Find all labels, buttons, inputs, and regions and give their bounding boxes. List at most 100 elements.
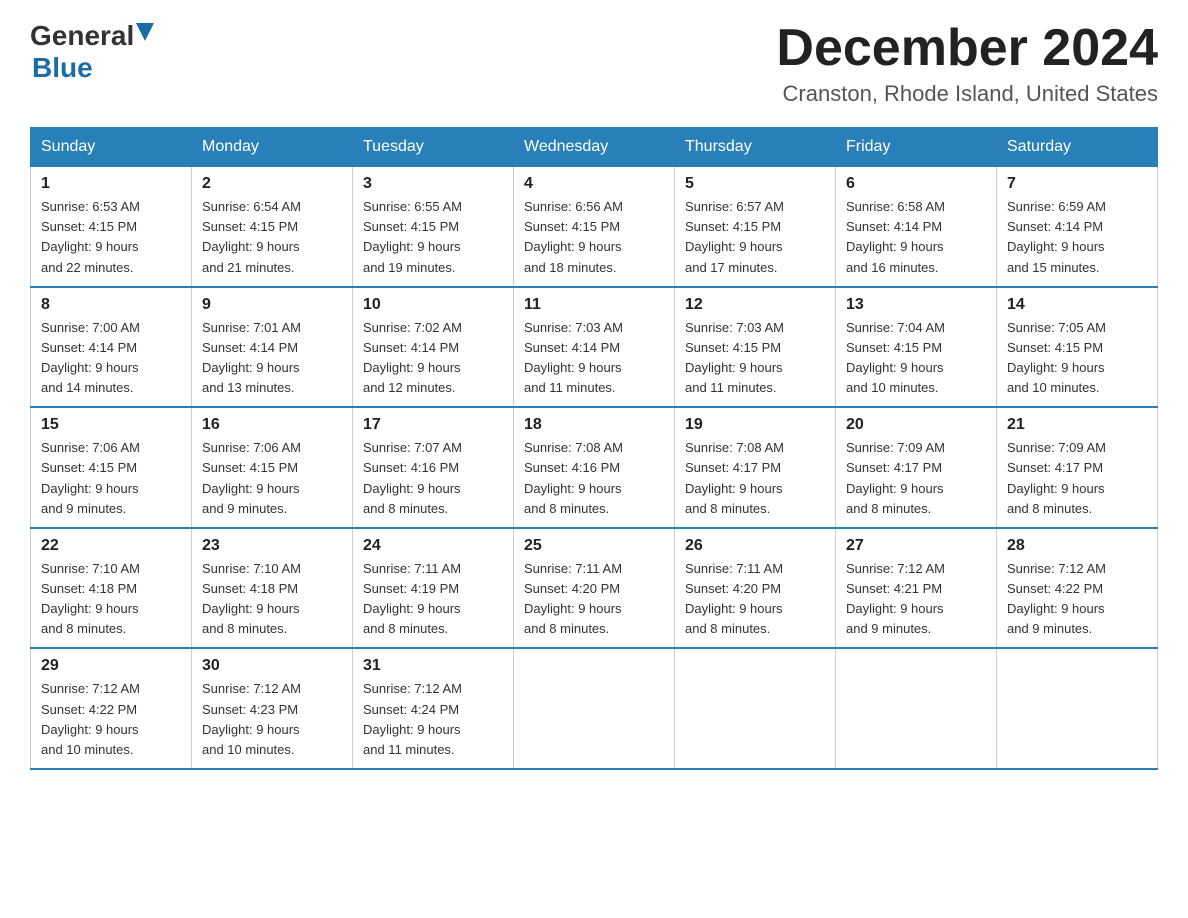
- calendar-table: Sunday Monday Tuesday Wednesday Thursday…: [30, 127, 1158, 770]
- day-info: Sunrise: 7:07 AM Sunset: 4:16 PM Dayligh…: [363, 438, 503, 519]
- header-friday: Friday: [836, 128, 997, 167]
- header-thursday: Thursday: [675, 128, 836, 167]
- day-info: Sunrise: 7:04 AM Sunset: 4:15 PM Dayligh…: [846, 318, 986, 399]
- table-row: 20 Sunrise: 7:09 AM Sunset: 4:17 PM Dayl…: [836, 407, 997, 528]
- logo: General Blue: [30, 20, 154, 84]
- day-number: 30: [202, 657, 342, 675]
- day-number: 19: [685, 416, 825, 434]
- day-info: Sunrise: 7:09 AM Sunset: 4:17 PM Dayligh…: [846, 438, 986, 519]
- calendar-week-row: 22 Sunrise: 7:10 AM Sunset: 4:18 PM Dayl…: [31, 528, 1158, 649]
- table-row: 29 Sunrise: 7:12 AM Sunset: 4:22 PM Dayl…: [31, 648, 192, 769]
- table-row: 25 Sunrise: 7:11 AM Sunset: 4:20 PM Dayl…: [514, 528, 675, 649]
- day-info: Sunrise: 7:00 AM Sunset: 4:14 PM Dayligh…: [41, 318, 181, 399]
- table-row: 9 Sunrise: 7:01 AM Sunset: 4:14 PM Dayli…: [192, 287, 353, 408]
- day-number: 27: [846, 537, 986, 555]
- day-info: Sunrise: 7:10 AM Sunset: 4:18 PM Dayligh…: [202, 559, 342, 640]
- day-info: Sunrise: 7:12 AM Sunset: 4:21 PM Dayligh…: [846, 559, 986, 640]
- table-row: 11 Sunrise: 7:03 AM Sunset: 4:14 PM Dayl…: [514, 287, 675, 408]
- table-row: 12 Sunrise: 7:03 AM Sunset: 4:15 PM Dayl…: [675, 287, 836, 408]
- day-number: 29: [41, 657, 181, 675]
- table-row: 4 Sunrise: 6:56 AM Sunset: 4:15 PM Dayli…: [514, 167, 675, 287]
- table-row: 19 Sunrise: 7:08 AM Sunset: 4:17 PM Dayl…: [675, 407, 836, 528]
- table-row: [675, 648, 836, 769]
- page-header: General Blue December 2024 Cranston, Rho…: [30, 20, 1158, 107]
- day-info: Sunrise: 7:09 AM Sunset: 4:17 PM Dayligh…: [1007, 438, 1147, 519]
- day-info: Sunrise: 7:01 AM Sunset: 4:14 PM Dayligh…: [202, 318, 342, 399]
- header-monday: Monday: [192, 128, 353, 167]
- day-info: Sunrise: 7:03 AM Sunset: 4:14 PM Dayligh…: [524, 318, 664, 399]
- day-number: 14: [1007, 296, 1147, 314]
- table-row: 13 Sunrise: 7:04 AM Sunset: 4:15 PM Dayl…: [836, 287, 997, 408]
- day-number: 31: [363, 657, 503, 675]
- day-number: 3: [363, 175, 503, 193]
- day-number: 24: [363, 537, 503, 555]
- logo-general-text: General: [30, 20, 134, 52]
- table-row: 22 Sunrise: 7:10 AM Sunset: 4:18 PM Dayl…: [31, 528, 192, 649]
- day-info: Sunrise: 6:58 AM Sunset: 4:14 PM Dayligh…: [846, 197, 986, 278]
- day-number: 15: [41, 416, 181, 434]
- day-number: 12: [685, 296, 825, 314]
- day-info: Sunrise: 7:08 AM Sunset: 4:17 PM Dayligh…: [685, 438, 825, 519]
- day-number: 2: [202, 175, 342, 193]
- table-row: 8 Sunrise: 7:00 AM Sunset: 4:14 PM Dayli…: [31, 287, 192, 408]
- day-number: 18: [524, 416, 664, 434]
- day-number: 8: [41, 296, 181, 314]
- table-row: 26 Sunrise: 7:11 AM Sunset: 4:20 PM Dayl…: [675, 528, 836, 649]
- day-number: 11: [524, 296, 664, 314]
- table-row: 23 Sunrise: 7:10 AM Sunset: 4:18 PM Dayl…: [192, 528, 353, 649]
- table-row: 10 Sunrise: 7:02 AM Sunset: 4:14 PM Dayl…: [353, 287, 514, 408]
- location-title: Cranston, Rhode Island, United States: [776, 81, 1158, 107]
- day-number: 6: [846, 175, 986, 193]
- day-info: Sunrise: 7:03 AM Sunset: 4:15 PM Dayligh…: [685, 318, 825, 399]
- day-number: 22: [41, 537, 181, 555]
- day-info: Sunrise: 7:11 AM Sunset: 4:20 PM Dayligh…: [685, 559, 825, 640]
- day-info: Sunrise: 7:08 AM Sunset: 4:16 PM Dayligh…: [524, 438, 664, 519]
- calendar-week-row: 1 Sunrise: 6:53 AM Sunset: 4:15 PM Dayli…: [31, 167, 1158, 287]
- day-info: Sunrise: 7:11 AM Sunset: 4:20 PM Dayligh…: [524, 559, 664, 640]
- day-number: 4: [524, 175, 664, 193]
- table-row: 15 Sunrise: 7:06 AM Sunset: 4:15 PM Dayl…: [31, 407, 192, 528]
- table-row: 2 Sunrise: 6:54 AM Sunset: 4:15 PM Dayli…: [192, 167, 353, 287]
- header-sunday: Sunday: [31, 128, 192, 167]
- header-saturday: Saturday: [997, 128, 1158, 167]
- table-row: 28 Sunrise: 7:12 AM Sunset: 4:22 PM Dayl…: [997, 528, 1158, 649]
- logo-blue-text: Blue: [32, 52, 93, 83]
- table-row: 1 Sunrise: 6:53 AM Sunset: 4:15 PM Dayli…: [31, 167, 192, 287]
- day-number: 5: [685, 175, 825, 193]
- table-row: 6 Sunrise: 6:58 AM Sunset: 4:14 PM Dayli…: [836, 167, 997, 287]
- calendar-week-row: 15 Sunrise: 7:06 AM Sunset: 4:15 PM Dayl…: [31, 407, 1158, 528]
- day-info: Sunrise: 7:06 AM Sunset: 4:15 PM Dayligh…: [202, 438, 342, 519]
- day-info: Sunrise: 7:12 AM Sunset: 4:22 PM Dayligh…: [1007, 559, 1147, 640]
- table-row: [514, 648, 675, 769]
- day-info: Sunrise: 7:02 AM Sunset: 4:14 PM Dayligh…: [363, 318, 503, 399]
- table-row: [997, 648, 1158, 769]
- day-info: Sunrise: 7:10 AM Sunset: 4:18 PM Dayligh…: [41, 559, 181, 640]
- header-tuesday: Tuesday: [353, 128, 514, 167]
- day-info: Sunrise: 6:54 AM Sunset: 4:15 PM Dayligh…: [202, 197, 342, 278]
- day-info: Sunrise: 7:06 AM Sunset: 4:15 PM Dayligh…: [41, 438, 181, 519]
- month-title: December 2024: [776, 20, 1158, 77]
- table-row: 5 Sunrise: 6:57 AM Sunset: 4:15 PM Dayli…: [675, 167, 836, 287]
- day-number: 26: [685, 537, 825, 555]
- day-number: 20: [846, 416, 986, 434]
- day-info: Sunrise: 7:11 AM Sunset: 4:19 PM Dayligh…: [363, 559, 503, 640]
- table-row: 17 Sunrise: 7:07 AM Sunset: 4:16 PM Dayl…: [353, 407, 514, 528]
- table-row: 30 Sunrise: 7:12 AM Sunset: 4:23 PM Dayl…: [192, 648, 353, 769]
- day-info: Sunrise: 7:12 AM Sunset: 4:22 PM Dayligh…: [41, 679, 181, 760]
- table-row: 24 Sunrise: 7:11 AM Sunset: 4:19 PM Dayl…: [353, 528, 514, 649]
- day-number: 13: [846, 296, 986, 314]
- logo-arrow-icon: [136, 23, 154, 48]
- table-row: [836, 648, 997, 769]
- day-info: Sunrise: 7:05 AM Sunset: 4:15 PM Dayligh…: [1007, 318, 1147, 399]
- day-info: Sunrise: 6:57 AM Sunset: 4:15 PM Dayligh…: [685, 197, 825, 278]
- day-number: 7: [1007, 175, 1147, 193]
- day-number: 16: [202, 416, 342, 434]
- table-row: 3 Sunrise: 6:55 AM Sunset: 4:15 PM Dayli…: [353, 167, 514, 287]
- calendar-header-row: Sunday Monday Tuesday Wednesday Thursday…: [31, 128, 1158, 167]
- day-info: Sunrise: 6:56 AM Sunset: 4:15 PM Dayligh…: [524, 197, 664, 278]
- day-info: Sunrise: 6:59 AM Sunset: 4:14 PM Dayligh…: [1007, 197, 1147, 278]
- title-section: December 2024 Cranston, Rhode Island, Un…: [776, 20, 1158, 107]
- day-number: 10: [363, 296, 503, 314]
- day-info: Sunrise: 7:12 AM Sunset: 4:24 PM Dayligh…: [363, 679, 503, 760]
- day-number: 21: [1007, 416, 1147, 434]
